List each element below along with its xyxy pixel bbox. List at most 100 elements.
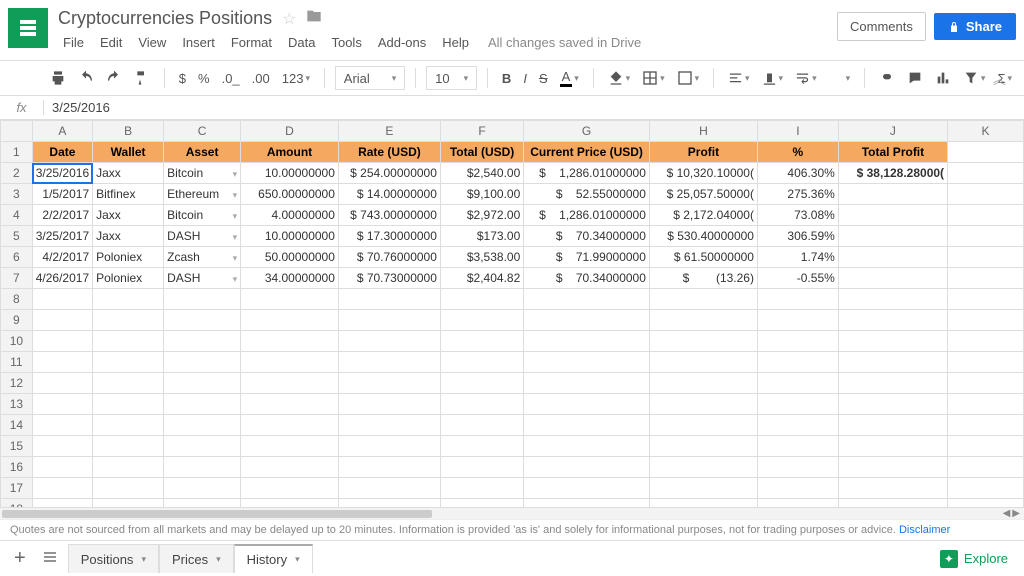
cell[interactable] (241, 310, 339, 331)
scroll-right-icon[interactable]: ▶ (1012, 508, 1020, 519)
cell-tprofit[interactable] (838, 247, 947, 268)
sheets-logo[interactable] (8, 8, 48, 48)
cell[interactable] (948, 331, 1024, 352)
comments-button[interactable]: Comments (837, 12, 926, 41)
cell[interactable] (440, 289, 523, 310)
cell-profit[interactable]: $ 530.40000000 (649, 226, 757, 247)
cell[interactable] (93, 478, 164, 499)
cell-pct[interactable]: 73.08% (757, 205, 838, 226)
cell[interactable] (241, 331, 339, 352)
cell[interactable] (32, 415, 92, 436)
cell[interactable] (948, 499, 1024, 508)
font-size-select[interactable]: 10▾ (426, 66, 477, 90)
link-icon[interactable] (875, 66, 899, 90)
collapse-toolbar-icon[interactable]: ︽ (993, 69, 1006, 88)
cell[interactable] (524, 478, 650, 499)
cell[interactable] (649, 331, 757, 352)
col-header-J[interactable]: J (838, 121, 947, 142)
cell[interactable] (93, 310, 164, 331)
wrap-button[interactable]: ▾ (791, 67, 821, 90)
col-header-D[interactable]: D (241, 121, 339, 142)
col-header-F[interactable]: F (440, 121, 523, 142)
cell-asset[interactable]: DASH▾ (164, 226, 241, 247)
cell[interactable] (164, 457, 241, 478)
cell[interactable] (524, 394, 650, 415)
cell[interactable] (241, 457, 339, 478)
cell[interactable] (757, 457, 838, 478)
cell-asset[interactable]: Bitcoin▾ (164, 205, 241, 226)
table-header-cell[interactable]: Rate (USD) (338, 142, 440, 163)
cell-pct[interactable]: 1.74% (757, 247, 838, 268)
cell-curprice[interactable]: $ 71.99000000 (524, 247, 650, 268)
cell[interactable] (757, 352, 838, 373)
cell[interactable] (164, 394, 241, 415)
row-header-18[interactable]: 18 (1, 499, 33, 508)
cell[interactable] (164, 499, 241, 508)
cell-wallet[interactable]: Poloniex (93, 247, 164, 268)
menu-insert[interactable]: Insert (175, 31, 222, 54)
cell[interactable] (164, 415, 241, 436)
cell[interactable] (838, 457, 947, 478)
cell-rate[interactable]: $ 70.76000000 (338, 247, 440, 268)
add-sheet-button[interactable]: + (8, 547, 32, 570)
chart-icon[interactable] (931, 66, 955, 90)
cell[interactable] (524, 457, 650, 478)
fill-color-button[interactable]: ▾ (604, 66, 635, 90)
cell[interactable] (440, 331, 523, 352)
cell[interactable] (649, 499, 757, 508)
table-header-cell[interactable]: Wallet (93, 142, 164, 163)
cell-asset[interactable]: DASH▾ (164, 268, 241, 289)
cell[interactable] (338, 499, 440, 508)
tab-menu-icon[interactable]: ▾ (141, 554, 146, 565)
cell[interactable] (757, 415, 838, 436)
col-header-C[interactable]: C (164, 121, 241, 142)
cell[interactable] (93, 499, 164, 508)
scroll-left-icon[interactable]: ◀ (1003, 508, 1011, 519)
cell-rate[interactable]: $ 17.30000000 (338, 226, 440, 247)
tab-menu-icon[interactable]: ▾ (295, 554, 300, 565)
cell-total[interactable]: $9,100.00 (440, 184, 523, 205)
col-header-A[interactable]: A (32, 121, 92, 142)
cell[interactable] (524, 499, 650, 508)
cell-curprice[interactable]: $ 1,286.01000000 (524, 205, 650, 226)
cell-date[interactable]: 4/2/2017 (32, 247, 92, 268)
cell[interactable] (838, 478, 947, 499)
row-header-9[interactable]: 9 (1, 310, 33, 331)
share-button[interactable]: Share (934, 13, 1016, 40)
cell[interactable] (164, 310, 241, 331)
cell[interactable] (338, 457, 440, 478)
cell[interactable] (524, 415, 650, 436)
cell-date[interactable]: 2/2/2017 (32, 205, 92, 226)
cell-amount[interactable]: 650.00000000 (241, 184, 339, 205)
cell-tprofit[interactable]: $ 38,128.28000( (838, 163, 947, 184)
cell-total[interactable]: $2,540.00 (440, 163, 523, 184)
table-header-cell[interactable]: Current Price (USD) (524, 142, 650, 163)
cell[interactable] (32, 457, 92, 478)
explore-button[interactable]: ✦ Explore (940, 550, 1016, 568)
cell[interactable] (649, 394, 757, 415)
table-header-cell[interactable]: Total (USD) (440, 142, 523, 163)
cell-amount[interactable]: 50.00000000 (241, 247, 339, 268)
cell-pct[interactable]: 406.30% (757, 163, 838, 184)
cell[interactable] (757, 289, 838, 310)
row-header-16[interactable]: 16 (1, 457, 33, 478)
cell[interactable] (241, 352, 339, 373)
menu-format[interactable]: Format (224, 31, 279, 54)
cell-asset[interactable]: Zcash▾ (164, 247, 241, 268)
cell-profit[interactable]: $ (13.26) (649, 268, 757, 289)
cell[interactable] (948, 163, 1024, 184)
rotate-button[interactable]: ▾ (825, 67, 855, 90)
cell[interactable] (338, 310, 440, 331)
cell[interactable] (164, 289, 241, 310)
cell[interactable] (338, 289, 440, 310)
cell[interactable] (524, 373, 650, 394)
menu-file[interactable]: File (56, 31, 91, 54)
corner-cell[interactable] (1, 121, 33, 142)
cell-date[interactable]: 3/25/2016 (32, 163, 92, 184)
menu-view[interactable]: View (131, 31, 173, 54)
italic-button[interactable]: I (519, 67, 531, 90)
cell[interactable] (32, 436, 92, 457)
col-header-G[interactable]: G (524, 121, 650, 142)
cell-pct[interactable]: 306.59% (757, 226, 838, 247)
table-header-cell[interactable]: Profit (649, 142, 757, 163)
